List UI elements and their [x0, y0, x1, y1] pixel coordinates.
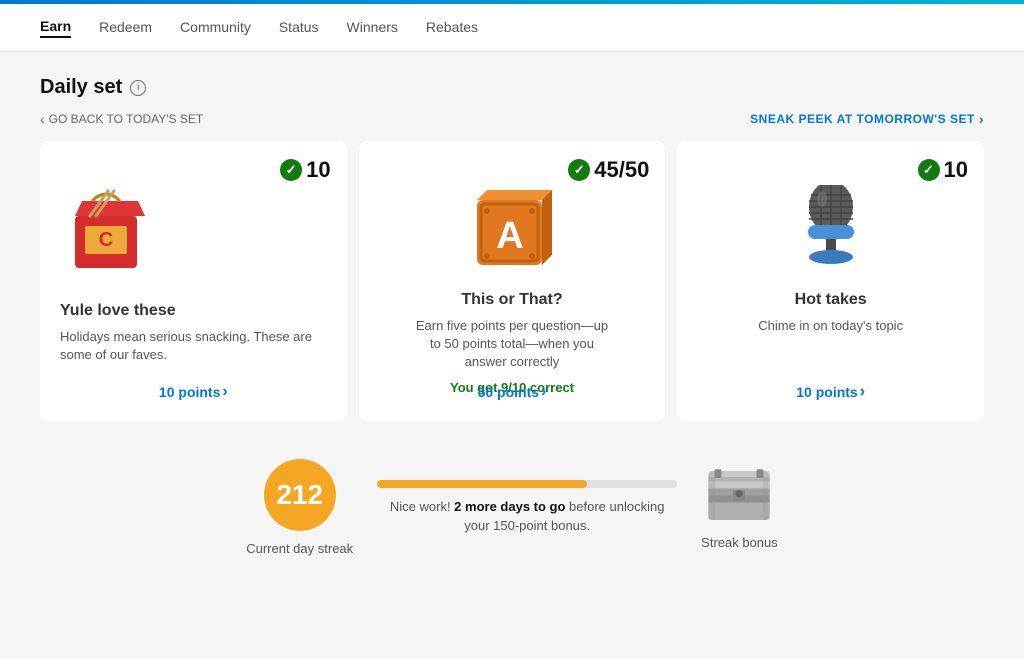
nav-item-community[interactable]: Community	[180, 19, 251, 37]
card-2-desc: Earn five points per question—up to 50 p…	[412, 317, 612, 372]
streak-bonus: Streak bonus	[701, 465, 778, 550]
card-1-desc: Holidays mean serious snacking. These ar…	[60, 328, 327, 364]
card-this-or-that: ✓ 45/50 A This or That?	[359, 141, 666, 421]
treasure-chest-image	[704, 465, 774, 525]
check-icon-2: ✓	[568, 159, 590, 181]
card-yule-love: ✓ 10 C Yule love these Holidays mean ser…	[40, 141, 347, 421]
check-icon-3: ✓	[918, 159, 940, 181]
navigation: Earn Redeem Community Status Winners Rebates	[0, 4, 1024, 52]
microphone-image	[786, 185, 876, 275]
card-2-points-link[interactable]: 50 points	[478, 383, 547, 401]
check-icon-1: ✓	[280, 159, 302, 181]
streak-bonus-label: Streak bonus	[701, 535, 778, 550]
card-1-title: Yule love these	[60, 302, 327, 320]
score-badge-3: ✓ 10	[918, 157, 968, 183]
svg-text:A: A	[496, 215, 523, 257]
card-3-desc: Chime in on today's topic	[758, 317, 903, 335]
card-2-title: This or That?	[461, 291, 562, 309]
nav-item-earn[interactable]: Earn	[40, 18, 71, 38]
info-icon[interactable]: i	[130, 80, 146, 96]
streak-section: 212 Current day streak Nice work! 2 more…	[40, 449, 984, 566]
score-value-3: 10	[944, 157, 968, 183]
cards-grid: ✓ 10 C Yule love these Holidays mean ser…	[40, 141, 984, 421]
streak-number: 212	[264, 459, 336, 531]
set-navigation: GO BACK TO TODAY'S SET SNEAK PEEK AT TOM…	[40, 111, 984, 127]
progress-bar-wrapper	[377, 480, 677, 488]
streak-current-label: Current day streak	[246, 541, 353, 556]
score-value-2: 45/50	[594, 157, 649, 183]
daily-set-header: Daily set i	[40, 76, 984, 99]
streak-message: Nice work! 2 more days to go before unlo…	[377, 498, 677, 534]
nav-item-status[interactable]: Status	[279, 19, 319, 37]
card-1-points-link[interactable]: 10 points	[159, 383, 228, 401]
streak-current: 212 Current day streak	[246, 459, 353, 556]
streak-progress-container: Nice work! 2 more days to go before unlo…	[377, 480, 677, 534]
score-badge-2: ✓ 45/50	[568, 157, 649, 183]
svg-text:C: C	[99, 229, 113, 251]
nav-item-rebates[interactable]: Rebates	[426, 19, 478, 37]
score-badge-1: ✓ 10	[280, 157, 330, 183]
card-3-title: Hot takes	[795, 291, 867, 309]
main-content: Daily set i GO BACK TO TODAY'S SET SNEAK…	[0, 52, 1024, 586]
card-3-points-link[interactable]: 10 points	[796, 383, 865, 401]
nav-item-redeem[interactable]: Redeem	[99, 19, 152, 37]
nav-item-winners[interactable]: Winners	[347, 19, 398, 37]
page-title: Daily set	[40, 76, 122, 99]
takeout-box-image: C	[60, 181, 160, 281]
letter-block-image: A	[467, 185, 557, 275]
score-value-1: 10	[306, 157, 330, 183]
sneak-peek-link[interactable]: SNEAK PEEK AT TOMORROW'S SET	[750, 111, 984, 127]
progress-bar-fill	[377, 480, 587, 488]
back-to-today-link[interactable]: GO BACK TO TODAY'S SET	[40, 111, 203, 127]
card-hot-takes: ✓ 10	[677, 141, 984, 421]
